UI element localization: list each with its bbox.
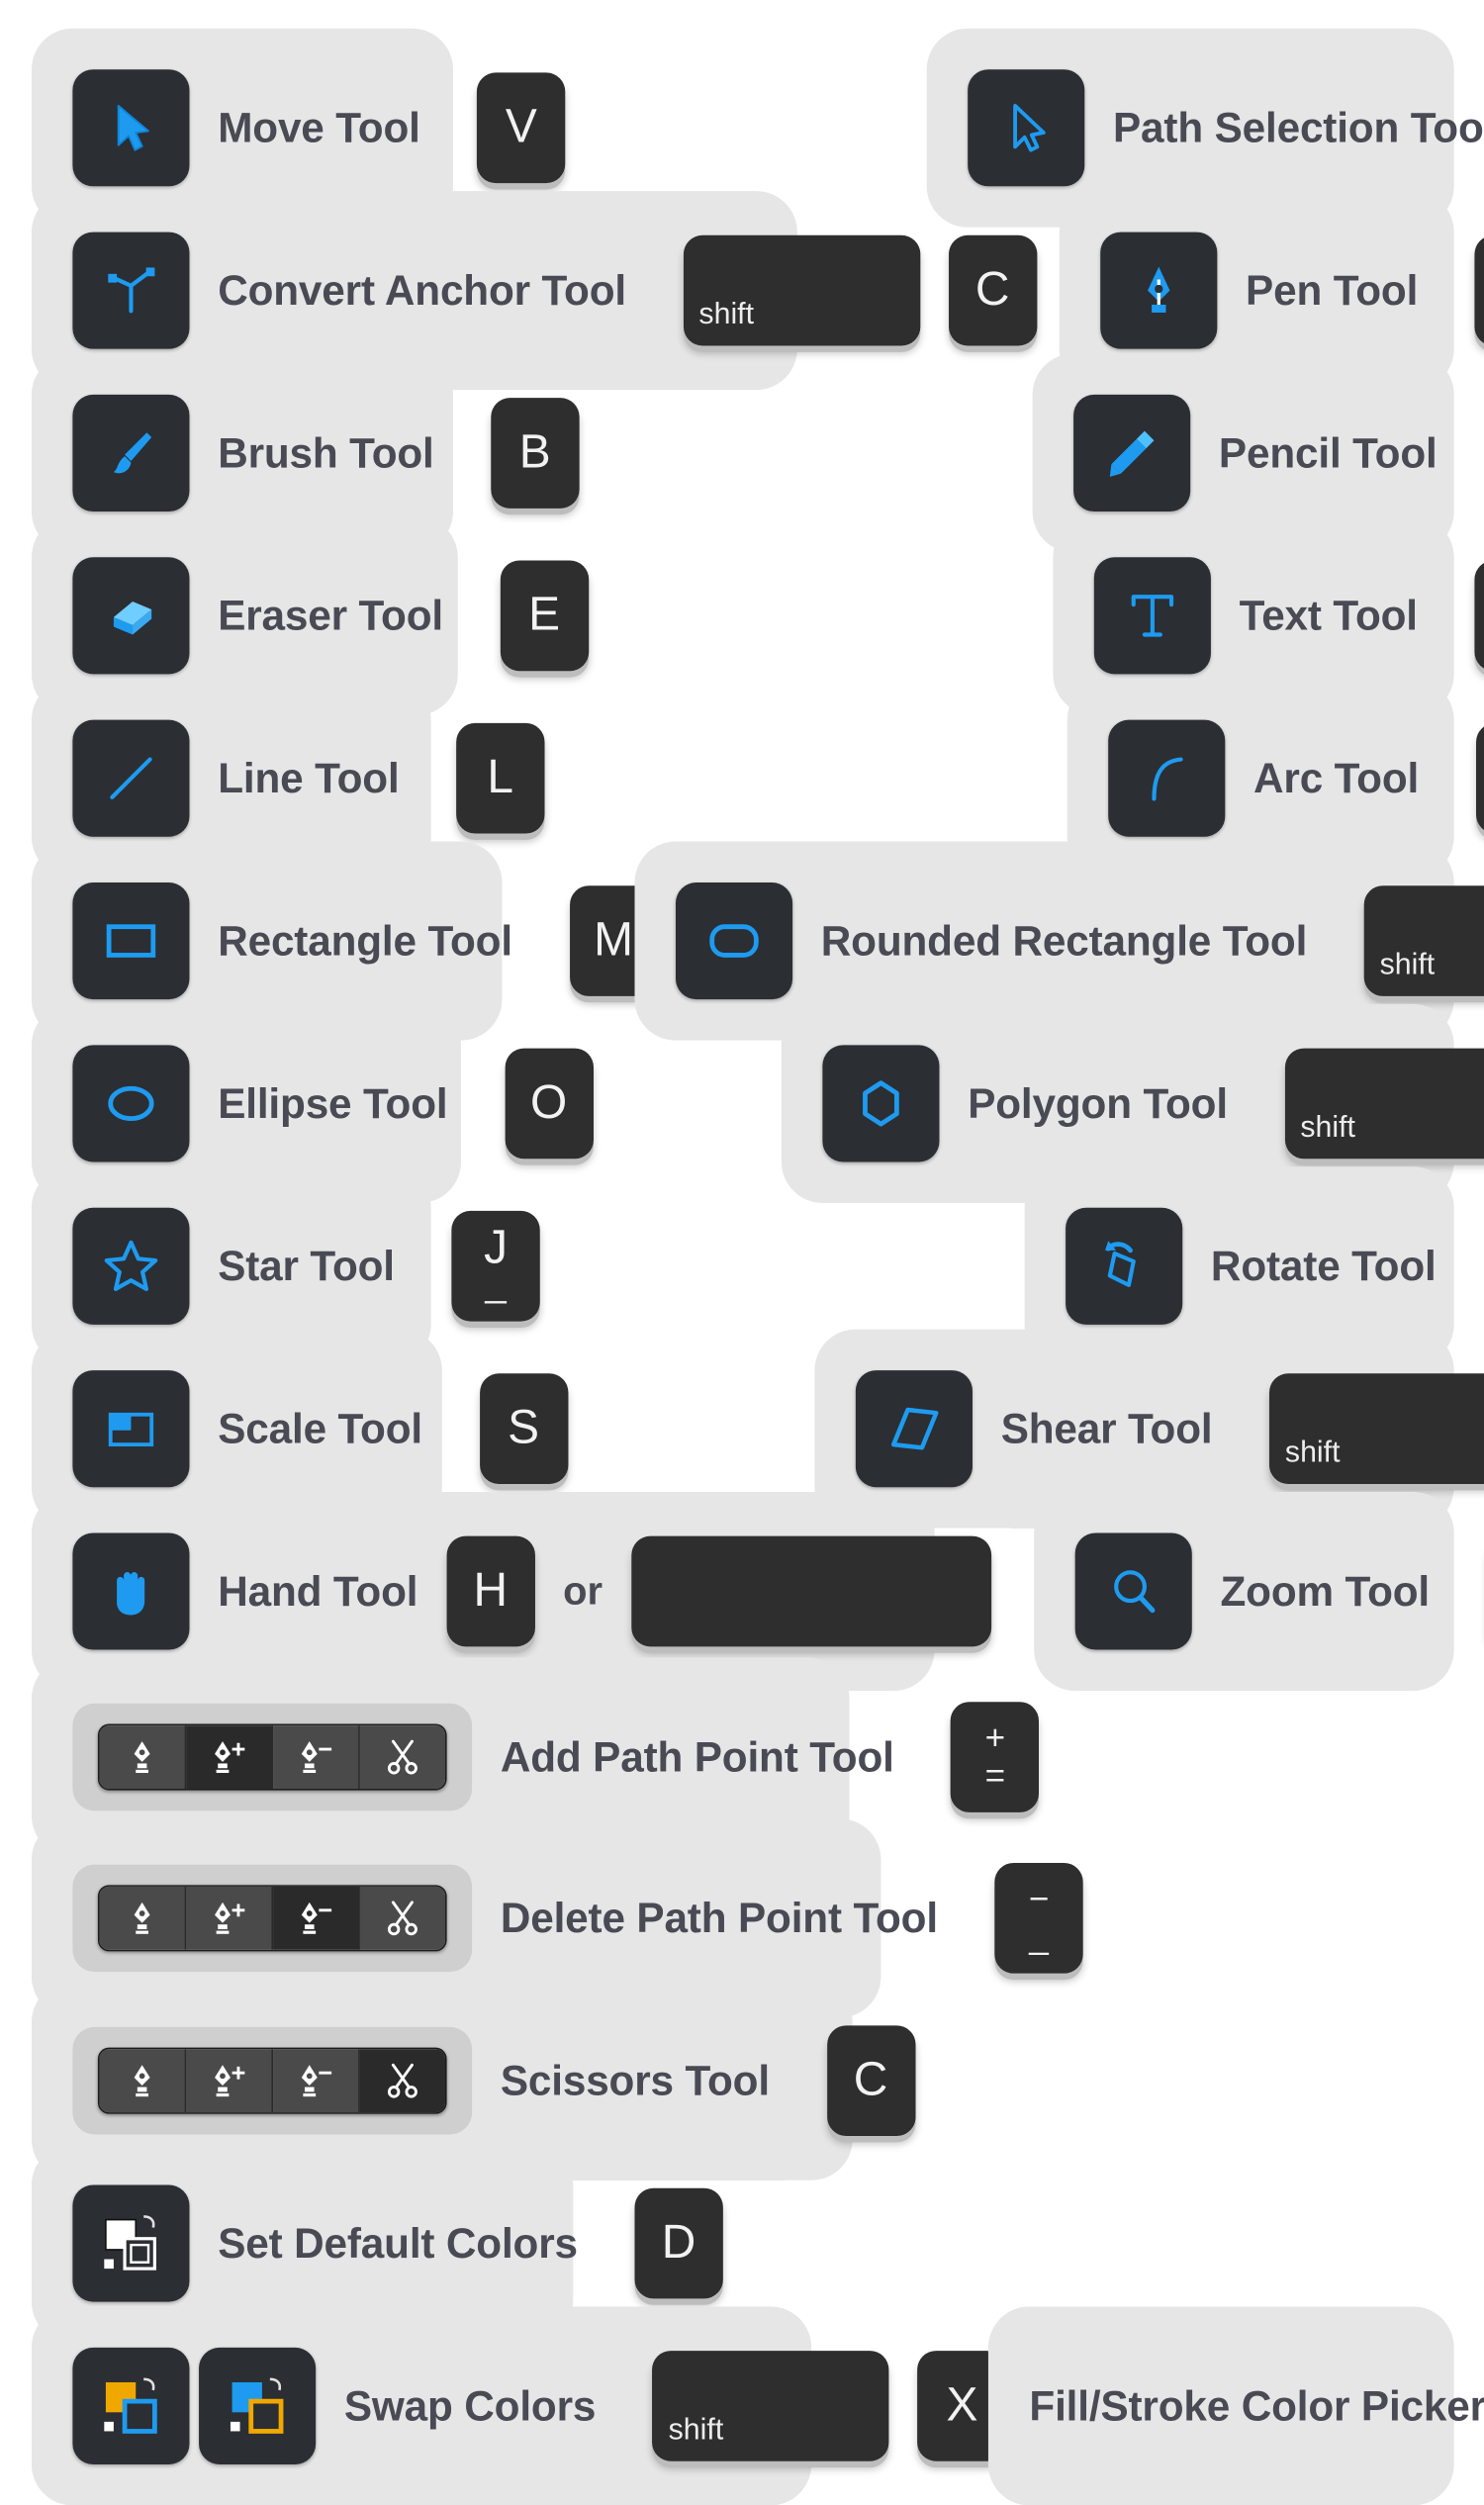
row-label: Convert Anchor Tool — [218, 265, 627, 314]
paintbrush-icon — [72, 394, 190, 512]
cursor-outline-icon — [968, 69, 1085, 187]
keycap-equals: = — [984, 1755, 1006, 1796]
keycap-k[interactable]: K — [1475, 722, 1484, 834]
keycap-c[interactable]: C — [826, 2025, 915, 2137]
row-label: Text Tool — [1239, 591, 1418, 639]
row-label: Fill/Stroke Color Picker — [1029, 2381, 1484, 2430]
pen-toolbar-delete[interactable] — [72, 1864, 473, 1973]
pen-nib-minus-segment-icon[interactable] — [273, 1725, 360, 1789]
eraser-block-icon — [72, 557, 190, 675]
pen-nib-segment-icon[interactable] — [99, 2049, 187, 2113]
keycap-shift[interactable]: shift — [652, 2351, 890, 2461]
keycap-s[interactable]: S — [479, 1373, 568, 1484]
row-label: Scale Tool — [218, 1404, 422, 1452]
row-label: Rectangle Tool — [218, 916, 512, 965]
arc-curve-icon — [1108, 719, 1226, 837]
row-label: Star Tool — [218, 1242, 395, 1289]
swap-colors-before-icon — [72, 2347, 190, 2464]
or-connector: or — [563, 1568, 603, 1614]
cursor-arrow-icon — [72, 69, 190, 187]
keycap-minus-underscore[interactable]: − _ — [994, 1862, 1083, 1974]
row-label: Line Tool — [218, 753, 400, 801]
row-label: Polygon Tool — [968, 1078, 1228, 1127]
row-label: Swap Colors — [343, 2381, 597, 2430]
convert-anchor-icon — [72, 232, 190, 349]
row-label: Shear Tool — [1000, 1404, 1213, 1452]
keycap-b[interactable]: B — [491, 398, 580, 509]
hand-icon — [72, 1532, 190, 1650]
row-label: Rotate Tool — [1210, 1242, 1437, 1289]
keycap-shift[interactable]: shift — [1268, 1373, 1484, 1484]
rounded-rectangle-icon — [675, 882, 793, 1000]
magnifier-icon — [1074, 1532, 1192, 1650]
keycap-c[interactable]: C — [948, 234, 1037, 346]
pen-nib-minus-segment-icon[interactable] — [273, 1886, 360, 1950]
pen-nib-plus-segment-icon[interactable] — [186, 2049, 274, 2113]
keycap-l[interactable]: L — [456, 722, 545, 834]
row-label: Eraser Tool — [218, 591, 444, 639]
row-fill-stroke-color-picker[interactable]: Fill/Stroke Color Picker X — [987, 2306, 1484, 2505]
star-icon — [72, 1207, 190, 1325]
keycap-plus: + — [984, 1717, 1006, 1758]
keycap-j-sub: _ — [485, 1262, 507, 1306]
ellipse-icon — [72, 1045, 190, 1162]
row-label: Path Selection Tool — [1113, 103, 1484, 151]
text-t-icon — [1093, 557, 1211, 675]
keycap-shift[interactable]: shift — [1284, 1048, 1484, 1160]
pen-toolbar-add[interactable] — [72, 1703, 473, 1811]
pen-nib-plus-segment-icon[interactable] — [186, 1725, 274, 1789]
keycap-t[interactable]: T — [1474, 560, 1484, 672]
row-label: Scissors Tool — [500, 2056, 770, 2104]
pencil-icon — [1073, 394, 1191, 512]
keycap-minus: − — [1028, 1878, 1050, 1918]
keycap-shift[interactable]: shift — [1363, 885, 1484, 996]
scissors-segment-icon[interactable] — [359, 2049, 445, 2113]
polygon-hexagon-icon — [822, 1045, 940, 1162]
keycap-space[interactable] — [630, 1535, 991, 1647]
row-label: Hand Tool — [218, 1566, 418, 1615]
rotate-icon — [1066, 1207, 1183, 1325]
keycap-p[interactable]: P — [1474, 234, 1484, 346]
pen-nib-segment-icon[interactable] — [99, 1725, 187, 1789]
rectangle-icon — [72, 882, 190, 1000]
keycap-h[interactable]: H — [446, 1535, 535, 1647]
row-label: Delete Path Point Tool — [500, 1894, 938, 1941]
pen-nib-minus-segment-icon[interactable] — [273, 2049, 360, 2113]
keycap-shift[interactable]: shift — [683, 234, 920, 346]
keycap-j-underscore[interactable]: J _ — [451, 1210, 540, 1322]
row-label: Move Tool — [218, 103, 420, 151]
pen-nib-segment-icon[interactable] — [99, 1886, 187, 1950]
shear-icon — [855, 1370, 973, 1488]
keycap-e[interactable]: E — [500, 560, 589, 672]
row-label: Pencil Tool — [1218, 428, 1438, 477]
keycap-underscore: _ — [1029, 1916, 1049, 1957]
row-label: Pen Tool — [1246, 265, 1419, 314]
row-label: Rounded Rectangle Tool — [820, 916, 1308, 965]
keycap-d[interactable]: D — [634, 2187, 723, 2299]
keycap-o[interactable]: O — [504, 1048, 594, 1160]
row-label: Arc Tool — [1253, 753, 1420, 801]
swap-colors-pair-icon — [72, 2347, 317, 2464]
pen-toolbar-scissors[interactable] — [72, 2026, 473, 2135]
row-label: Ellipse Tool — [218, 1078, 448, 1127]
swap-colors-after-icon — [199, 2347, 317, 2464]
row-swap-colors[interactable]: Swap Colors shift X — [31, 2306, 1007, 2505]
default-colors-icon — [72, 2184, 190, 2302]
scissors-segment-icon[interactable] — [359, 1886, 445, 1950]
scale-icon — [72, 1370, 190, 1488]
keycap-v[interactable]: V — [477, 72, 566, 184]
row-label: Add Path Point Tool — [500, 1732, 894, 1781]
row-label: Set Default Colors — [218, 2218, 578, 2267]
row-label: Zoom Tool — [1220, 1566, 1431, 1615]
keycap-plus-equals[interactable]: + = — [951, 1702, 1040, 1812]
row-zoom-tool[interactable]: Zoom Tool Z — [1034, 1491, 1454, 1692]
scissors-segment-icon[interactable] — [359, 1725, 445, 1789]
pen-nib-icon — [1100, 232, 1218, 349]
row-label: Brush Tool — [218, 428, 434, 477]
diagonal-line-icon — [72, 719, 190, 837]
pen-nib-plus-segment-icon[interactable] — [186, 1886, 274, 1950]
